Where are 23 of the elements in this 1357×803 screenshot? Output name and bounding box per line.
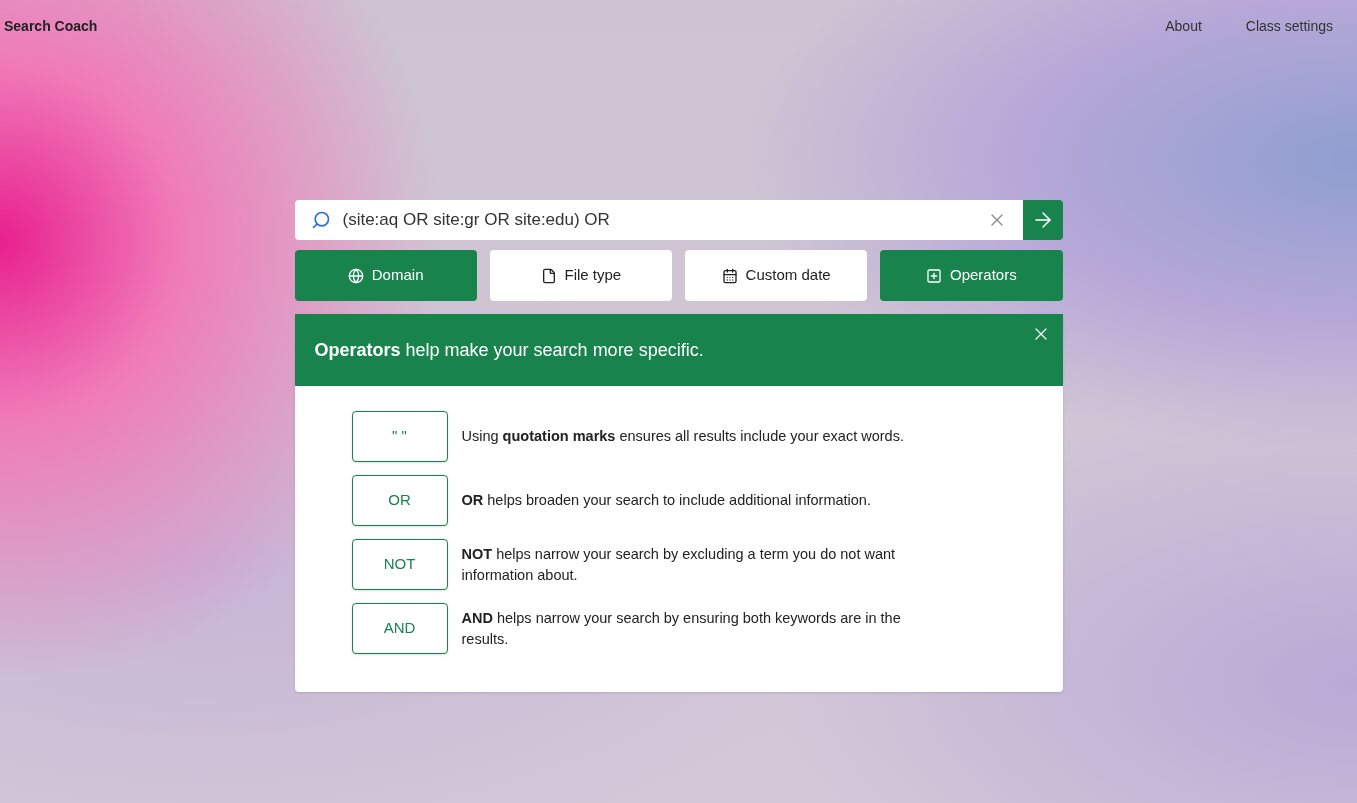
filter-button[interactable]: Operators bbox=[880, 250, 1063, 301]
search-field[interactable]: (site:aq OR site:gr OR site:edu) OR bbox=[294, 200, 1023, 240]
operator-description: OR helps broaden your search to include additional information. bbox=[461, 491, 872, 510]
globe-icon bbox=[347, 267, 364, 284]
filter-button[interactable]: File type bbox=[489, 250, 672, 301]
operator-description: AND helps narrow your search by ensuring both keywords are in the results. bbox=[461, 608, 902, 649]
filter-button[interactable]: Custom date bbox=[685, 250, 868, 301]
operator-button[interactable]: NOT bbox=[351, 539, 448, 590]
file-icon bbox=[540, 267, 557, 284]
plus-square-icon bbox=[926, 267, 942, 284]
operator-button[interactable]: OR bbox=[351, 475, 448, 526]
submit-button[interactable] bbox=[1022, 200, 1063, 240]
calendar-icon bbox=[721, 267, 738, 284]
operator-description: Using quotation marks ensures all results include your exact words. bbox=[461, 427, 905, 446]
operator-button[interactable]: " " bbox=[351, 411, 448, 462]
nav-link[interactable]: Class settings bbox=[1245, 16, 1333, 37]
filter-button[interactable]: Domain bbox=[294, 250, 477, 301]
search-icon bbox=[310, 210, 331, 230]
nav-link[interactable]: About bbox=[1165, 16, 1202, 37]
panel-heading: Operators help make your search more specific. bbox=[314, 338, 704, 362]
operator-button[interactable]: AND bbox=[351, 603, 448, 654]
operator-description: NOT helps narrow your search by excluding a term you do not want information about. bbox=[461, 544, 897, 585]
app-title: Search Coach bbox=[4, 17, 98, 36]
